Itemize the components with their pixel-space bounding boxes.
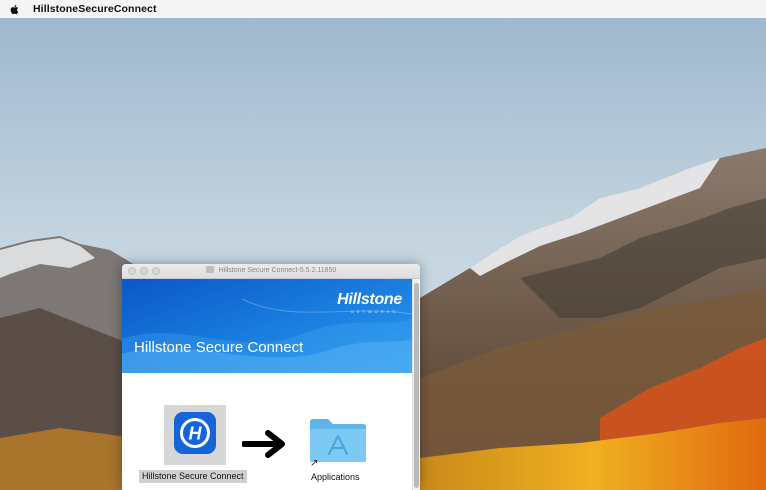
apple-logo-icon[interactable] xyxy=(9,4,19,15)
window-titlebar[interactable]: Hillstone Secure Connect-5.5.2.11850 xyxy=(122,264,420,279)
applications-label[interactable]: Applications xyxy=(311,472,360,482)
vertical-scrollbar[interactable] xyxy=(412,279,420,490)
hillstone-app-icon[interactable]: H xyxy=(174,412,216,454)
app-item[interactable]: H xyxy=(164,405,226,465)
hillstone-logo-sub: NETWORKS xyxy=(350,309,398,314)
svg-text:H: H xyxy=(189,424,203,444)
app-item-label[interactable]: Hillstone Secure Connect xyxy=(139,470,247,483)
alias-arrow-icon: ↗ xyxy=(310,458,319,469)
hillstone-logo: Hillstone xyxy=(337,291,402,308)
applications-folder-icon[interactable] xyxy=(308,416,368,464)
installer-window: Hillstone Secure Connect-5.5.2.11850 Hil… xyxy=(122,264,420,490)
product-banner: Hillstone NETWORKS Hillstone Secure Conn… xyxy=(122,279,412,373)
installer-content: H Hillstone Secure Connect ↗ Application… xyxy=(122,373,412,490)
right-arrow-icon xyxy=(242,430,285,458)
scrollbar-thumb[interactable] xyxy=(414,283,419,488)
window-title: Hillstone Secure Connect-5.5.2.11850 xyxy=(218,267,337,274)
menu-bar: HillstoneSecureConnect xyxy=(0,0,766,18)
banner-title: Hillstone Secure Connect xyxy=(134,339,304,356)
disk-image-icon xyxy=(205,266,214,273)
app-menu-name[interactable]: HillstoneSecureConnect xyxy=(33,3,157,15)
